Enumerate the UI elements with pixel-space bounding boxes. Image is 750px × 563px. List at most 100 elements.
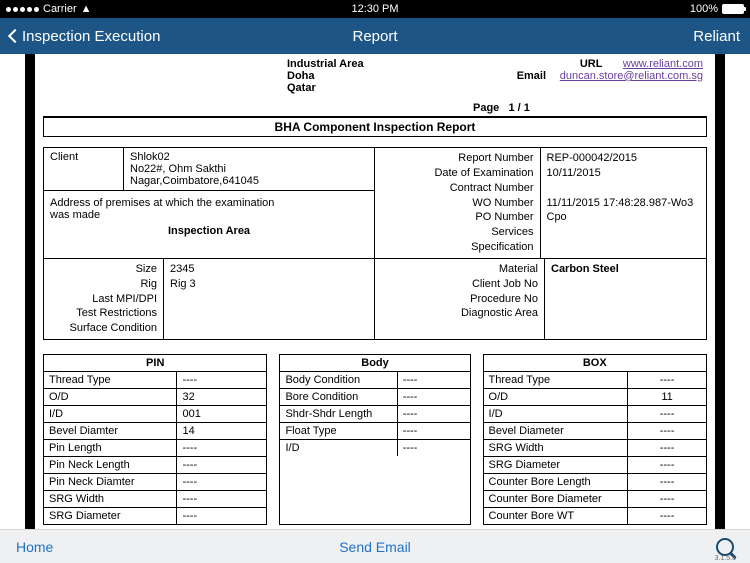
table-row: SRG Width---- xyxy=(44,491,266,508)
info-block: Client Shlok02 No22#, Ohm Sakthi Nagar,C… xyxy=(43,147,707,259)
cell-label: Pin Neck Length xyxy=(44,457,177,473)
cell-value: 11 xyxy=(628,389,706,405)
cell-label: Counter Bore Diameter xyxy=(484,491,629,507)
table-row: Bevel Diameter---- xyxy=(484,423,706,440)
company-address: Industrial Area Doha Qatar xyxy=(47,58,364,94)
cell-value: ---- xyxy=(398,423,470,439)
table-row: SRG Width---- xyxy=(484,440,706,457)
area-left-values: 2345 Rig 3 xyxy=(164,259,375,339)
status-time: 12:30 PM xyxy=(351,3,398,15)
table-row: O/D32 xyxy=(44,389,266,406)
wifi-icon: ▲ xyxy=(81,3,92,15)
back-button[interactable]: Inspection Execution xyxy=(10,28,160,45)
area-right-values: Carbon Steel xyxy=(545,259,706,339)
cell-value: ---- xyxy=(177,440,266,456)
table-row: Shdr-Shdr Length---- xyxy=(280,406,469,423)
page-indicator: Page 1 / 1 xyxy=(43,102,707,114)
cell-label: Bevel Diameter xyxy=(484,423,629,439)
version-label: 3.1.5.3 xyxy=(715,555,736,562)
area-left-labels: Size Rig Last MPI/DPI Test Restrictions … xyxy=(44,259,164,339)
cell-value: ---- xyxy=(177,372,266,388)
cell-value: 14 xyxy=(177,423,266,439)
cell-label: Thread Type xyxy=(44,372,177,388)
client-value: Shlok02 No22#, Ohm Sakthi Nagar,Coimbato… xyxy=(124,148,374,190)
cell-label: O/D xyxy=(484,389,629,405)
cell-value: ---- xyxy=(177,491,266,507)
cell-label: SRG Diameter xyxy=(484,457,629,473)
cell-value: ---- xyxy=(628,372,706,388)
nav-right-button[interactable]: Reliant xyxy=(693,28,740,45)
body-table: Body Body Condition----Bore Condition---… xyxy=(279,354,470,525)
cell-label: Bore Condition xyxy=(280,389,397,405)
box-table: BOX Thread Type----O/D11I/D----Bevel Dia… xyxy=(483,354,707,525)
cell-label: I/D xyxy=(44,406,177,422)
cell-value: ---- xyxy=(398,389,470,405)
cell-value: ---- xyxy=(628,423,706,439)
signal-icon xyxy=(6,7,39,12)
section-title: BHA Component Inspection Report xyxy=(43,116,707,137)
cell-label: Counter Bore Length xyxy=(484,474,629,490)
cell-label: Pin Length xyxy=(44,440,177,456)
cell-value: ---- xyxy=(628,474,706,490)
carrier-label: Carrier xyxy=(43,3,77,15)
cell-value: ---- xyxy=(628,457,706,473)
cell-label: Pin Neck Diamter xyxy=(44,474,177,490)
cell-label: Thread Type xyxy=(484,372,629,388)
cell-label: SRG Width xyxy=(484,440,629,456)
table-row: Bore Condition---- xyxy=(280,389,469,406)
report-content[interactable]: Industrial Area Doha Qatar URL www.relia… xyxy=(0,54,750,529)
table-row: Thread Type---- xyxy=(44,372,266,389)
cell-value: ---- xyxy=(398,372,470,388)
table-row: SRG Diameter---- xyxy=(44,508,266,524)
address-note: Address of premises at which the examina… xyxy=(44,191,374,223)
cell-value: ---- xyxy=(628,440,706,456)
cell-value: ---- xyxy=(628,406,706,422)
cell-value: ---- xyxy=(177,508,266,524)
battery-percent: 100% xyxy=(690,3,718,15)
cell-label: Float Type xyxy=(280,423,397,439)
page-edge-left xyxy=(25,54,35,529)
status-left: Carrier ▲ xyxy=(6,3,690,15)
inspection-area-label: Inspection Area xyxy=(44,223,374,239)
home-button[interactable]: Home xyxy=(16,539,53,555)
cell-value: ---- xyxy=(398,406,470,422)
cell-label: O/D xyxy=(44,389,177,405)
table-row: I/D---- xyxy=(484,406,706,423)
table-row: Counter Bore Length---- xyxy=(484,474,706,491)
table-row: Counter Bore Diameter---- xyxy=(484,491,706,508)
client-label: Client xyxy=(44,148,124,190)
send-email-button[interactable]: Send Email xyxy=(339,539,411,555)
cell-label: Body Condition xyxy=(280,372,397,388)
info-right-labels: Report Number Date of Examination Contra… xyxy=(375,148,541,258)
cell-value: 32 xyxy=(177,389,266,405)
cell-label: SRG Width xyxy=(44,491,177,507)
page-edge-right xyxy=(715,54,725,529)
company-contact: URL www.reliant.com Email duncan.store@r… xyxy=(517,58,703,94)
cell-label: Counter Bore WT xyxy=(484,508,629,524)
table-row: I/D001 xyxy=(44,406,266,423)
table-row: O/D11 xyxy=(484,389,706,406)
status-bar: Carrier ▲ 12:30 PM 100% xyxy=(0,0,750,18)
table-row: Counter Bore WT---- xyxy=(484,508,706,524)
area-right-labels: Material Client Job No Procedure No Diag… xyxy=(375,259,545,339)
email-link[interactable]: duncan.store@reliant.com.sg xyxy=(560,70,703,82)
cell-label: I/D xyxy=(280,440,397,456)
chevron-left-icon xyxy=(8,29,22,43)
battery-icon xyxy=(722,4,744,14)
table-row: Pin Neck Diamter---- xyxy=(44,474,266,491)
status-right: 100% xyxy=(690,3,744,15)
report-paper: Industrial Area Doha Qatar URL www.relia… xyxy=(43,54,707,525)
tables-row: PIN Thread Type----O/D32I/D001Bevel Diam… xyxy=(43,354,707,525)
cell-label: SRG Diameter xyxy=(44,508,177,524)
table-row: Pin Length---- xyxy=(44,440,266,457)
bottom-toolbar: Home Send Email 3.1.5.3 xyxy=(0,529,750,563)
search-icon[interactable] xyxy=(716,538,734,556)
table-row: SRG Diameter---- xyxy=(484,457,706,474)
cell-value: ---- xyxy=(398,440,470,456)
nav-bar: Inspection Execution Report Reliant xyxy=(0,18,750,54)
table-row: Float Type---- xyxy=(280,423,469,440)
url-link[interactable]: www.reliant.com xyxy=(623,58,703,70)
table-row: Thread Type---- xyxy=(484,372,706,389)
cell-value: ---- xyxy=(628,491,706,507)
cell-value: ---- xyxy=(177,474,266,490)
